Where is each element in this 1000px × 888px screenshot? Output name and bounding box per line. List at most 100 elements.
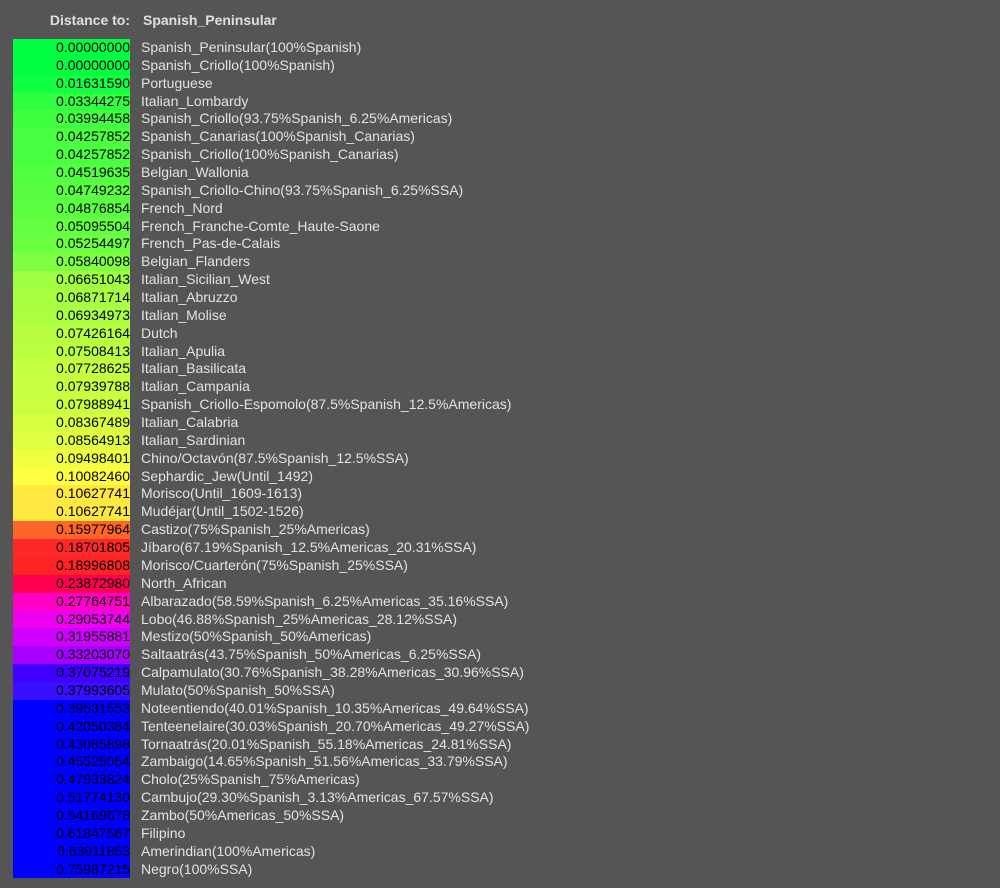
table-row: 0.04876854 French_Nord (13, 199, 529, 218)
table-row: 0.37075219 Calpamulato(30.76%Spanish_38.2… (13, 664, 529, 682)
table-row: 0.37993605 Mulato(50%Spanish_50%SSA) (13, 681, 529, 700)
population-name: Amerindian(100%Americas) (141, 842, 316, 859)
distance-value: 0.18996808 (13, 556, 130, 575)
table-row: 0.39531553 Noteentiendo(40.01%Spanish_10.… (13, 699, 529, 718)
distance-to-label: Distance to: (49, 12, 130, 28)
table-row: 0.29053744 Lobo(46.88%Spanish_25%Americas… (13, 610, 529, 629)
distance-value: 0.33203070 (13, 646, 130, 665)
distance-value: 0.54169678 (13, 806, 130, 825)
population-name: French_Pas-de-Calais (141, 235, 281, 252)
distance-value: 0.07988941 (13, 396, 130, 415)
distance-value: 0.42050384 (13, 717, 130, 736)
population-name: Filipino (141, 824, 186, 841)
distance-value: 0.27764751 (13, 592, 130, 611)
distance-value: 0.15977964 (13, 521, 130, 540)
population-name: Cambujo(29.30%Spanish_3.13%Americas_67.5… (141, 789, 494, 806)
table-row: 0.07939788 Italian_Campania (13, 378, 529, 397)
distance-value: 0.07426164 (13, 324, 130, 343)
distance-value: 0.23872980 (13, 574, 130, 593)
table-row: 0.00000000 Spanish_Criollo(100%Spanish) (13, 56, 529, 75)
distance-value: 0.47933824 (13, 771, 130, 790)
population-name: Italian_Basilicata (141, 360, 247, 377)
population-name: Calpamulato(30.76%Spanish_38.28%Americas… (141, 664, 524, 681)
population-name: Spanish_Peninsular(100%Spanish) (141, 39, 362, 55)
table-row: 0.23872980 North_African (13, 574, 529, 593)
population-name: Tenteenelaire(30.03%Spanish_20.70%Americ… (141, 717, 530, 734)
table-row: 0.05840098 Belgian_Flanders (13, 253, 529, 272)
distance-value: 0.00000000 (13, 39, 130, 57)
distance-value: 0.04519635 (13, 164, 130, 182)
population-name: Sephardic_Jew(Until_1492) (141, 467, 313, 484)
distance-value: 0.03344275 (13, 92, 130, 111)
table-row: 0.03344275 Italian_Lombardy (13, 92, 529, 111)
distance-value: 0.08367489 (13, 414, 130, 432)
table-row: 0.07988941 Spanish_Criollo-Espomolo(87.5%… (13, 396, 529, 415)
population-name: Italian_Lombardy (141, 92, 249, 109)
distance-value: 0.01631590 (13, 74, 130, 93)
table-row: 0.75987215 Negro(100%SSA) (13, 860, 529, 879)
population-name: Chino/Octavón(87.5%Spanish_12.5%SSA) (141, 449, 409, 466)
population-name: Lobo(46.88%Spanish_25%Americas_28.12%SSA… (141, 610, 457, 627)
distance-value: 0.61847567 (13, 824, 130, 843)
distance-value: 0.06871714 (13, 289, 130, 307)
table-row: 0.08564913 Italian_Sardinian (13, 431, 529, 450)
population-name: Noteentiendo(40.01%Spanish_10.35%America… (141, 699, 529, 716)
distance-value: 0.05095504 (13, 217, 130, 236)
table-row: 0.08367489 Italian_Calabria (13, 414, 529, 432)
table-row: 0.15977964 Castizo(75%Spanish_25%Americas… (13, 521, 529, 540)
distance-table: 0.00000000 Spanish_Peninsular(100%Spanish… (13, 39, 530, 879)
distance-value: 0.43085898 (13, 735, 130, 754)
population-name: Mestizo(50%Spanish_50%Americas) (141, 628, 372, 645)
table-row: 0.06934973 Italian_Molise (13, 306, 529, 325)
table-row: 0.10627741 Mudéjar(Until_1502-1526) (13, 503, 529, 522)
distance-value: 0.07508413 (13, 342, 130, 361)
distance-value: 0.06651043 (13, 271, 130, 290)
distance-value: 0.29053744 (13, 610, 130, 629)
table-row: 0.04257852 Spanish_Criollo(100%Spanish_Ca… (13, 146, 529, 165)
distance-value: 0.07728625 (13, 360, 130, 379)
population-name: Tornaatrás(20.01%Spanish_55.18%Americas_… (141, 735, 512, 752)
population-name: Zambo(50%Americas_50%SSA) (141, 806, 345, 823)
population-name: Saltaatrás(43.75%Spanish_50%Americas_6.2… (141, 646, 482, 663)
distance-value: 0.04257852 (13, 128, 130, 147)
distance-value: 0.63911853 (13, 842, 130, 861)
distance-value: 0.10627741 (13, 485, 130, 504)
population-name: Cholo(25%Spanish_75%Americas) (141, 771, 360, 788)
table-row: 0.31955881 Mestizo(50%Spanish_50%Americas… (13, 628, 529, 647)
target-population: Spanish_Peninsular (143, 12, 277, 28)
table-row: 0.07508413 Italian_Apulia (13, 342, 529, 361)
distance-value: 0.75987215 (13, 860, 130, 879)
distance-value: 0.37993605 (13, 681, 130, 700)
table-row: 0.07426164 Dutch (13, 324, 529, 343)
population-name: Belgian_Wallonia (141, 164, 249, 181)
table-row: 0.10082460 Sephardic_Jew(Until_1492) (13, 467, 529, 486)
table-row: 0.43085898 Tornaatrás(20.01%Spanish_55.18… (13, 735, 529, 754)
table-row: 0.03994458 Spanish_Criollo(93.75%Spanish_… (13, 110, 529, 129)
table-row: 0.05095504 French_Franche-Comte_Haute-Sao… (13, 217, 529, 236)
population-name: Spanish_Criollo-Chino(93.75%Spanish_6.25… (141, 181, 464, 198)
table-row: 0.06651043 Italian_Sicilian_West (13, 271, 529, 290)
distance-value: 0.05840098 (13, 253, 130, 272)
population-name: French_Franche-Comte_Haute-Saone (141, 217, 380, 234)
table-row: 0.54169678 Zambo(50%Americas_50%SSA) (13, 806, 529, 825)
population-name: Italian_Apulia (141, 342, 226, 359)
population-name: Spanish_Canarias(100%Spanish_Canarias) (141, 128, 415, 145)
population-name: Dutch (141, 324, 178, 341)
distance-value: 0.37075219 (13, 664, 130, 682)
population-name: Spanish_Criollo(93.75%Spanish_6.25%Ameri… (141, 110, 453, 127)
distance-value: 0.04749232 (13, 181, 130, 200)
table-row: 0.61847567 Filipino (13, 824, 529, 843)
table-row: 0.18701805 Jíbaro(67.19%Spanish_12.5%Amer… (13, 539, 529, 557)
table-row: 0.01631590 Portuguese (13, 74, 529, 93)
distance-value: 0.10627741 (13, 503, 130, 522)
distance-value: 0.45525054 (13, 753, 130, 772)
distance-value: 0.18701805 (13, 539, 130, 557)
population-name: Belgian_Flanders (141, 253, 250, 270)
population-name: Negro(100%SSA) (141, 860, 253, 877)
population-name: Italian_Sardinian (141, 431, 246, 448)
distance-value: 0.51774130 (13, 789, 130, 807)
population-name: Morisco(Until_1609-1613) (141, 485, 303, 502)
population-name: Mudéjar(Until_1502-1526) (141, 503, 304, 520)
distance-value: 0.04876854 (13, 199, 130, 218)
distance-value: 0.09498401 (13, 449, 130, 468)
